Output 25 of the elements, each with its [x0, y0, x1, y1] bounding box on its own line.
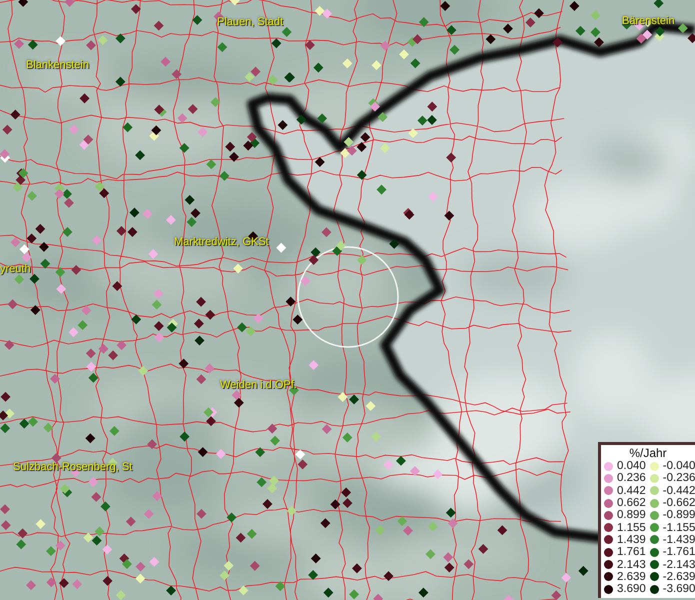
legend-value: 0.442: [617, 484, 646, 497]
legend-value: 2.143: [617, 558, 646, 571]
legend-value: 1.439: [617, 534, 646, 546]
legend-value: -3.690: [662, 583, 695, 596]
legend-value: -1.439: [662, 534, 695, 546]
legend-value: 0.236: [617, 472, 646, 484]
legend-value: 1.155: [617, 522, 646, 534]
legend-value: -0.662: [662, 497, 695, 510]
legend-value: 0.662: [617, 497, 646, 510]
legend-value: -0.040: [662, 460, 695, 472]
place-label: Bärenstein: [622, 15, 675, 28]
legend-value: -1.761: [662, 546, 695, 558]
legend-value: -0.442: [662, 484, 695, 497]
legend-value: -0.899: [662, 509, 695, 522]
legend-value: -0.236: [662, 472, 695, 484]
legend-value: -2.143: [662, 558, 695, 571]
legend-value: 0.040: [617, 460, 646, 472]
legend-value: 1.761: [617, 546, 646, 558]
legend-value: 2.639: [617, 570, 646, 583]
legend-value: 0.899: [617, 509, 646, 522]
legend-title: %/Jahr: [628, 446, 668, 460]
legend-value: -1.155: [662, 522, 695, 534]
legend-value: -2.639: [662, 570, 695, 583]
place-label: yreuth: [0, 263, 31, 276]
legend-value: 3.690: [617, 583, 646, 596]
